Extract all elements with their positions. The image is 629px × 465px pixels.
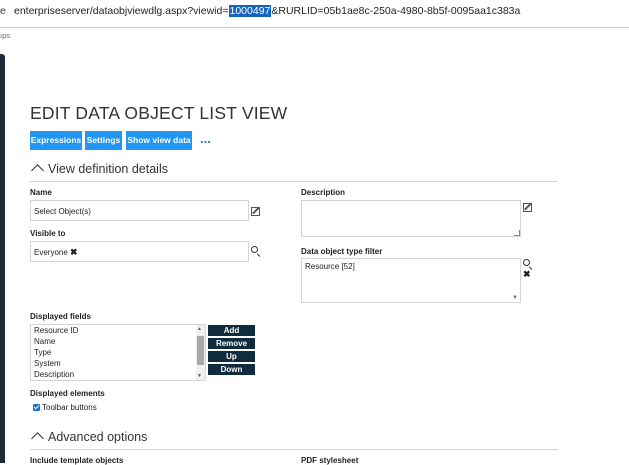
description-edit-icon[interactable] [523, 203, 532, 212]
chevron-up-icon [31, 432, 44, 445]
visible-to-field[interactable]: Everyone ✖ [30, 241, 249, 262]
resize-grip-icon[interactable] [514, 230, 520, 236]
toolbar-buttons-checkbox[interactable] [33, 404, 40, 411]
move-up-button[interactable]: Up [208, 351, 255, 362]
move-down-button[interactable]: Down [208, 364, 255, 375]
name-label: Name [30, 188, 52, 197]
view-definition-section-header[interactable]: View definition details [30, 162, 168, 177]
include-template-label: Include template objects [30, 456, 124, 465]
apps-fragment: ıps [0, 31, 11, 40]
visible-to-search-icon[interactable] [251, 246, 258, 253]
address-bar-left-fragment: e [0, 5, 6, 17]
url-text[interactable]: enterpriseserver/dataobjviewdlg.aspx?vie… [14, 5, 520, 17]
chevron-down-icon[interactable]: ▼ [512, 295, 518, 301]
view-definition-section-title: View definition details [48, 162, 168, 176]
address-bar[interactable]: e enterpriseserver/dataobjviewdlg.aspx?v… [0, 0, 629, 28]
list-scrollbar[interactable]: ▲ ▼ [196, 325, 205, 380]
description-textarea[interactable] [301, 200, 521, 237]
advanced-section-title: Advanced options [48, 430, 148, 444]
url-before: enterpriseserver/dataobjviewdlg.aspx?vie… [14, 5, 229, 17]
add-field-button[interactable]: Add [208, 325, 255, 336]
displayed-elements-label: Displayed elements [30, 389, 105, 398]
list-item[interactable]: Type [31, 347, 205, 358]
filter-list[interactable]: Resource [52] [301, 258, 521, 303]
list-item[interactable]: Resource ID [31, 325, 205, 336]
settings-button[interactable]: Settings [85, 131, 122, 150]
visible-to-label: Visible to [30, 229, 66, 238]
page-title: EDIT DATA OBJECT LIST VIEW [30, 103, 288, 123]
filter-value: Resource [52] [305, 262, 355, 271]
left-nav-strip [0, 54, 5, 463]
filter-label: Data object type filter [301, 247, 383, 256]
list-item[interactable]: Name [31, 336, 205, 347]
displayed-fields-label: Displayed fields [30, 312, 91, 321]
url-selected: 1000497 [228, 5, 272, 17]
visible-to-token: Everyone [34, 248, 68, 257]
scrollbar-thumb[interactable] [197, 336, 204, 365]
expressions-button[interactable]: Expressions [30, 131, 82, 150]
show-view-data-button[interactable]: Show view data [126, 131, 192, 150]
section-divider [30, 181, 558, 182]
toolbar-buttons-label: Toolbar buttons [42, 403, 97, 412]
displayed-fields-list[interactable]: Resource ID Name Type System Description… [30, 324, 206, 381]
scroll-up-icon[interactable]: ▲ [197, 326, 202, 332]
chevron-up-icon [31, 164, 44, 177]
list-item[interactable]: System [31, 358, 205, 369]
scroll-down-icon[interactable]: ▼ [197, 373, 202, 379]
edit-icon[interactable] [251, 207, 260, 216]
name-input[interactable]: Select Object(s) [30, 200, 249, 221]
url-after: &RURLID=05b1ae8c-250a-4980-8b5f-0095aa1c… [271, 5, 521, 17]
advanced-section-header[interactable]: Advanced options [30, 430, 148, 445]
remove-field-button[interactable]: Remove [208, 338, 255, 349]
section-divider [30, 449, 558, 450]
description-label: Description [301, 188, 346, 197]
filter-search-icon[interactable] [523, 259, 530, 266]
pdf-stylesheet-label: PDF stylesheet [301, 456, 359, 465]
filter-clear-x-icon[interactable]: ✖ [523, 269, 531, 280]
remove-token-x-icon[interactable]: ✖ [70, 247, 78, 257]
more-options-button[interactable]: ... [200, 131, 211, 146]
list-item[interactable]: Description [31, 369, 205, 380]
